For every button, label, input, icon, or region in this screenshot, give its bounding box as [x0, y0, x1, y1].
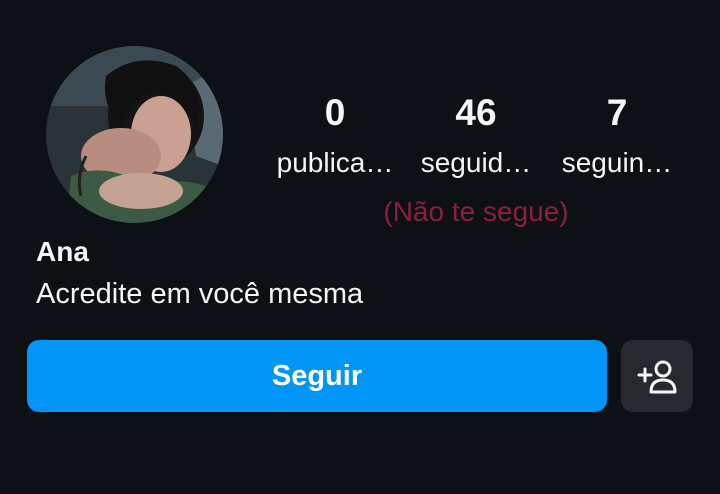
followers-label: seguid…: [420, 147, 532, 178]
suggest-accounts-button[interactable]: [621, 340, 693, 412]
add-person-icon: [637, 360, 677, 394]
avatar-photo: [46, 46, 223, 223]
following-label: seguin…: [561, 147, 673, 178]
profile-name: Ana: [36, 236, 89, 267]
follow-button[interactable]: Seguir: [27, 340, 607, 412]
following-count: 7: [606, 92, 628, 133]
profile-bio: Acredite em você mesma: [36, 278, 364, 310]
followers-count: 46: [455, 92, 497, 133]
posts-count: 0: [324, 92, 346, 133]
stat-followers[interactable]: 46 seguid…: [401, 92, 551, 180]
not-following-status: (Não te segue): [383, 196, 569, 227]
profile-avatar[interactable]: [46, 46, 223, 223]
posts-label: publica…: [276, 147, 394, 178]
stat-following[interactable]: 7 seguin…: [542, 92, 692, 180]
stat-posts[interactable]: 0 publica…: [260, 92, 410, 180]
